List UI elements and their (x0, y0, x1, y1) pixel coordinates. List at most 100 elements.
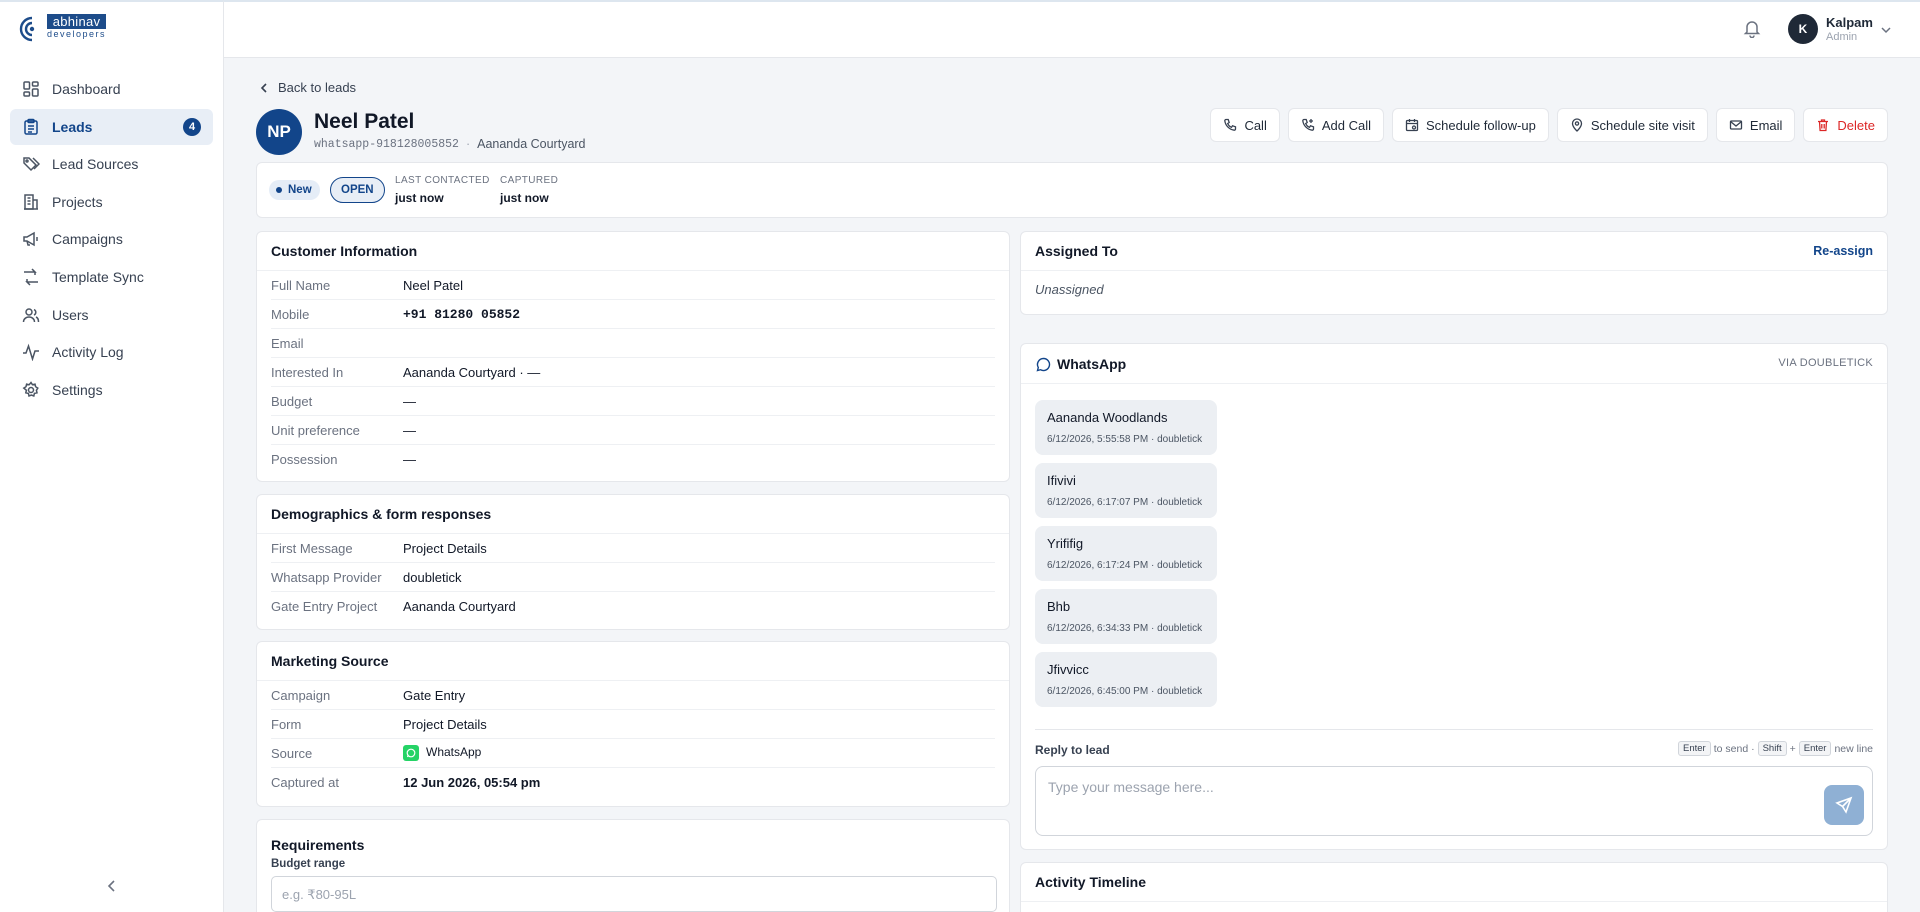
sidebar: abhinav developers Dashboard Leads 4 Lea… (0, 0, 224, 912)
field-row: Interested In Aananda Courtyard · — (271, 358, 995, 387)
field-value: Gate Entry (403, 687, 466, 703)
reply-message-input[interactable] (1048, 779, 1748, 795)
field-label: Mobile (271, 306, 310, 322)
leads-count-badge: 4 (183, 117, 201, 136)
send-icon (1835, 796, 1853, 814)
schedule-site-visit-button[interactable]: Schedule site visit (1556, 108, 1708, 142)
user-avatar[interactable]: K (1788, 14, 1818, 44)
lead-meta: whatsapp-918128005852 · Aananda Courtyar… (314, 137, 586, 151)
dashboard-icon (23, 81, 39, 97)
sidebar-item-users[interactable]: Users (10, 297, 213, 333)
field-value: Neel Patel (403, 277, 463, 293)
field-row: Mobile +91 81280 05852 (271, 300, 995, 329)
field-value: doubletick (403, 569, 462, 585)
whatsapp-card: WhatsApp VIA DOUBLETICK Aananda Woodland… (1020, 343, 1888, 850)
activity-icon (23, 343, 39, 362)
field-row: Budget — (271, 387, 995, 416)
reassign-link[interactable]: Re-assign (1813, 244, 1873, 258)
collapse-sidebar-icon[interactable] (104, 878, 120, 894)
lead-actions: Call Add Call Schedule follow-up Schedul… (1210, 108, 1888, 142)
source-label: WhatsApp (426, 745, 482, 760)
sync-icon (24, 268, 38, 286)
sidebar-item-lead-sources[interactable]: Lead Sources (10, 146, 213, 182)
phone-plus-icon (1301, 118, 1314, 131)
budget-range-label: Budget range (271, 858, 346, 870)
brand-logo[interactable]: abhinav developers (19, 14, 107, 42)
sidebar-item-projects[interactable]: Projects (10, 184, 213, 220)
call-button[interactable]: Call (1210, 108, 1280, 142)
field-row: Unit preference — (271, 416, 995, 445)
reply-box (1035, 766, 1873, 836)
field-label: Gate Entry Project (271, 599, 378, 614)
marketing-source-card: Marketing Source Campaign Gate Entry Form… (256, 641, 1010, 807)
phone-icon (1224, 118, 1237, 131)
message-text: Jfivvicc (1047, 662, 1089, 677)
field-row: Captured at 12 Jun 2026, 05:54 pm (271, 768, 995, 797)
message-text: Yrififig (1047, 536, 1084, 551)
back-label: Back to leads (278, 80, 357, 95)
message-bubble: Aananda Woodlands 6/12/2026, 5:55:58 PM ·… (1035, 400, 1217, 455)
last-contacted-value: just now (395, 191, 444, 205)
budget-range-input[interactable] (271, 876, 997, 912)
send-button[interactable] (1824, 785, 1864, 825)
clipboard-icon (24, 118, 38, 135)
chevron-down-icon[interactable] (1880, 24, 1892, 36)
card-title: Customer Information (257, 232, 1009, 271)
add-call-button[interactable]: Add Call (1287, 108, 1384, 142)
card-title: Activity Timeline (1021, 863, 1887, 902)
call-label: Call (1244, 117, 1267, 133)
keyboard-hint: Enter to send · Shift + Enter new line (1675, 741, 1873, 756)
email-button[interactable]: Email (1715, 108, 1796, 142)
sidebar-item-label: Activity Log (52, 344, 124, 361)
message-meta: 6/12/2026, 6:34:33 PM · doubletick (1047, 623, 1203, 634)
add-call-label: Add Call (1321, 117, 1371, 133)
field-row: Email (271, 329, 995, 358)
sidebar-item-label: Campaigns (52, 231, 123, 248)
sidebar-nav: Dashboard Leads 4 Lead Sources Projects … (10, 71, 213, 409)
sidebar-item-label: Projects (52, 193, 103, 210)
sidebar-item-settings[interactable]: Settings (10, 372, 213, 408)
field-label: Email (271, 335, 304, 351)
map-pin-icon (1571, 118, 1582, 132)
sidebar-item-label: Lead Sources (52, 156, 139, 173)
card-title: Marketing Source (257, 642, 1009, 681)
field-value: Project Details (403, 716, 487, 732)
message-bubble: Jfivvicc 6/12/2026, 6:45:00 PM · doubleti… (1035, 652, 1217, 707)
schedule-follow-up-button[interactable]: Schedule follow-up (1391, 108, 1549, 142)
field-label: First Message (271, 540, 353, 556)
sidebar-item-template-sync[interactable]: Template Sync (10, 259, 213, 295)
sidebar-item-campaigns[interactable]: Campaigns (10, 221, 213, 257)
whatsapp-icon (403, 745, 419, 761)
assigned-to-card: Assigned To Re-assign Unassigned (1020, 231, 1888, 315)
sidebar-item-leads[interactable]: Leads 4 (10, 108, 213, 145)
schedule-follow-up-label: Schedule follow-up (1425, 117, 1536, 133)
mobile-value[interactable]: +91 81280 05852 (403, 307, 520, 322)
field-value: — (403, 422, 416, 438)
hint-text: to send · (1713, 742, 1755, 755)
state-badge: OPEN (330, 177, 385, 203)
demographics-card: Demographics & form responses First Mess… (256, 494, 1010, 630)
lead-avatar: NP (256, 109, 302, 155)
topbar (224, 0, 1920, 58)
sidebar-item-activity-log[interactable]: Activity Log (10, 334, 213, 370)
field-row: Gate Entry Project Aananda Courtyard (271, 592, 995, 621)
field-value: Project Details (403, 540, 487, 556)
field-label: Interested In (271, 364, 344, 380)
back-to-leads-link[interactable]: Back to leads (258, 80, 356, 95)
sidebar-item-dashboard[interactable]: Dashboard (10, 71, 213, 107)
notification-bell-icon[interactable] (1742, 18, 1762, 38)
hint-text: new line (1834, 742, 1873, 755)
field-label: Source (271, 745, 313, 761)
megaphone-icon (23, 232, 38, 247)
captured-label: CAPTURED (500, 175, 559, 186)
stage-badge: New (269, 180, 320, 200)
user-name[interactable]: Kalpam (1826, 15, 1873, 30)
building-icon (24, 194, 38, 210)
chat-bubble-icon (1036, 357, 1051, 372)
captured-value: just now (500, 191, 549, 205)
field-value: — (403, 393, 416, 409)
delete-button[interactable]: Delete (1803, 108, 1888, 142)
field-row: Full Name Neel Patel (271, 271, 995, 300)
message-meta: 6/12/2026, 6:45:00 PM · doubletick (1047, 686, 1203, 697)
lead-source-id: whatsapp-918128005852 (314, 137, 459, 151)
